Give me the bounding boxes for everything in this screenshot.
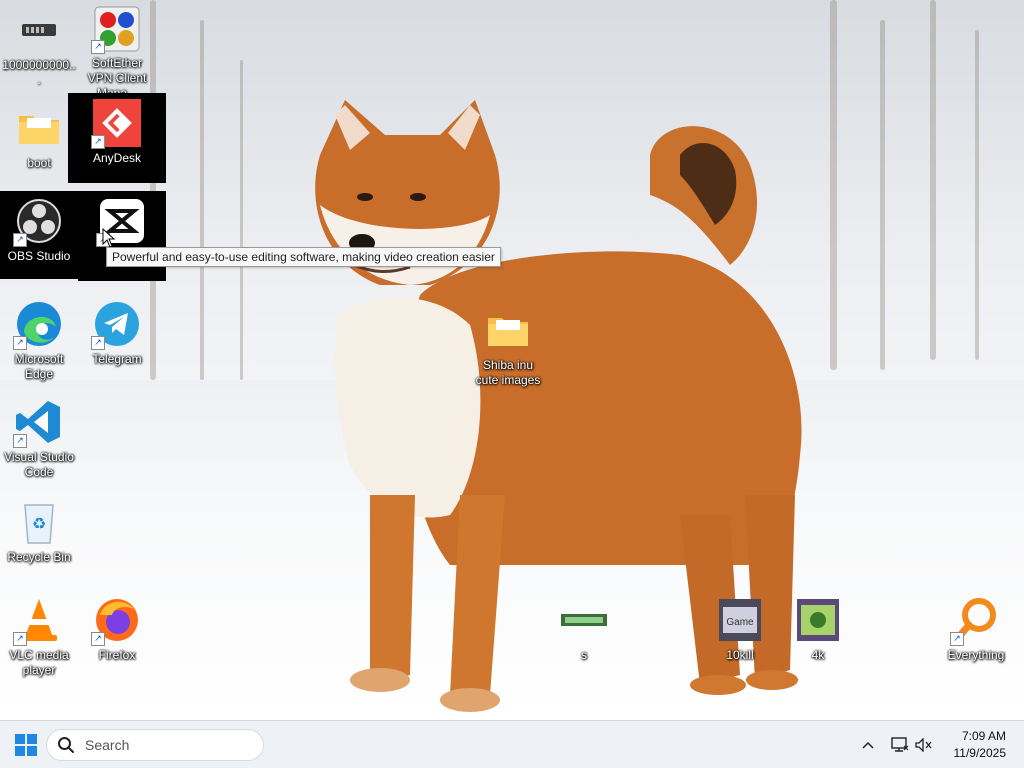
folder-icon <box>484 306 532 354</box>
icon-label: Shiba inu cute images <box>475 358 541 387</box>
desktop-icon-softether[interactable]: ↗ SoftEther VPN Client Mana... <box>78 0 156 100</box>
clock-date: 11/9/2025 <box>953 746 1007 760</box>
shortcut-arrow-icon: ↗ <box>91 40 105 54</box>
svg-text:♻: ♻ <box>32 516 46 533</box>
softether-vpn-icon: ↗ <box>91 6 141 54</box>
desktop-icon-s[interactable]: s <box>545 590 623 678</box>
vlc-cone-icon: ↗ <box>13 596 63 646</box>
desktop-icon-vlc[interactable]: ↗ VLC media player <box>0 590 78 678</box>
icon-label: Recycle Bin <box>7 550 71 564</box>
shortcut-arrow-icon: ↗ <box>13 233 27 247</box>
everything-search-icon: ↗ <box>950 596 1000 646</box>
desktop-icon-anydesk[interactable]: ↗ AnyDesk <box>68 93 166 183</box>
vscode-icon: ↗ <box>13 398 63 448</box>
mouse-cursor-icon <box>102 228 116 248</box>
desktop-icon-recycle-bin[interactable]: ♻ Recycle Bin <box>0 492 78 580</box>
desktop-icon-obs[interactable]: ↗ OBS Studio <box>0 191 78 279</box>
shortcut-arrow-icon: ↗ <box>13 434 27 448</box>
volume-muted-icon[interactable] <box>914 735 934 755</box>
icon-label: 1000000000... <box>2 58 76 87</box>
search-icon <box>58 737 74 753</box>
desktop-icon-vscode[interactable]: ↗ Visual Studio Code <box>0 392 78 480</box>
shortcut-arrow-icon: ↗ <box>13 632 27 646</box>
video-file-icon <box>794 596 842 644</box>
desktop-icon-10kill[interactable]: Game 10kill <box>701 590 779 678</box>
start-button[interactable] <box>14 733 38 757</box>
clock[interactable]: 7:09 AM 11/9/2025 <box>954 728 1007 762</box>
desktop-icon-shiba-folder[interactable]: Shiba inu cute images <box>468 300 548 388</box>
desktop-icon-everything[interactable]: ↗ Everything <box>936 590 1016 678</box>
shortcut-arrow-icon: ↗ <box>13 336 27 350</box>
icon-label: 4k <box>811 648 825 662</box>
svg-text:Game: Game <box>726 617 754 628</box>
windows-logo-icon <box>15 734 37 756</box>
edge-browser-icon: ↗ <box>13 300 63 350</box>
shortcut-arrow-icon: ↗ <box>91 632 105 646</box>
firefox-icon: ↗ <box>91 596 141 646</box>
icon-label: VLC media player <box>9 648 69 677</box>
desktop-icon-boot[interactable]: boot <box>0 98 78 186</box>
video-file-icon: Game <box>716 596 764 644</box>
taskbar-search[interactable] <box>46 729 264 761</box>
desktop-icon-capcut[interactable]: ↗ C <box>78 191 166 281</box>
icon-label: Firefox <box>98 648 136 662</box>
search-input[interactable] <box>83 736 247 754</box>
desktop-icon-usb-device[interactable]: 1000000000... <box>0 0 78 88</box>
desktop: 1000000000... boot ↗ OBS Studio ↗ Micros… <box>0 0 1024 720</box>
usb-drive-icon <box>15 6 63 54</box>
icon-label: boot <box>27 156 51 170</box>
icon-label: Everything <box>947 648 1005 662</box>
desktop-icon-firefox[interactable]: ↗ Firefox <box>78 590 156 678</box>
capcut-tooltip: Powerful and easy-to-use editing softwar… <box>106 247 501 267</box>
icon-label: s <box>581 648 587 662</box>
recycle-bin-icon: ♻ <box>15 498 63 546</box>
icon-label: Visual Studio Code <box>4 450 74 479</box>
icon-label: AnyDesk <box>92 151 142 165</box>
desktop-icon-telegram[interactable]: ↗ Telegram <box>78 294 156 382</box>
icon-label: OBS Studio <box>7 249 71 263</box>
folder-icon <box>15 104 63 152</box>
obs-studio-icon: ↗ <box>13 197 63 247</box>
shortcut-arrow-icon: ↗ <box>91 336 105 350</box>
image-file-icon <box>560 596 608 644</box>
shortcut-arrow-icon: ↗ <box>950 632 964 646</box>
desktop-icon-edge[interactable]: ↗ Microsoft Edge <box>0 294 78 382</box>
telegram-icon: ↗ <box>91 300 141 350</box>
icon-label: Telegram <box>92 352 142 366</box>
icon-label: Microsoft Edge <box>14 352 64 381</box>
show-hidden-icons-chevron-up-icon[interactable] <box>858 735 878 755</box>
clock-time: 7:09 AM <box>961 729 1006 743</box>
desktop-icon-4k[interactable]: 4k <box>779 590 857 678</box>
icon-label: 10kill <box>726 648 754 662</box>
anydesk-icon: ↗ <box>91 99 141 149</box>
shortcut-arrow-icon: ↗ <box>91 135 105 149</box>
network-icon[interactable] <box>890 735 910 755</box>
taskbar: 7:09 AM 11/9/2025 <box>0 720 1024 768</box>
